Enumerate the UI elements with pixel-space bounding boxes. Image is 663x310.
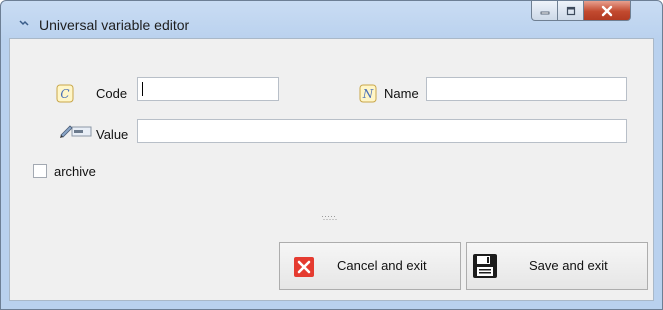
cancel-button[interactable]: Cancel and exit [279,242,461,290]
archive-checkbox[interactable] [33,164,47,178]
splitter-grip[interactable] [322,216,338,222]
value-input[interactable] [137,119,627,143]
floppy-disk-icon [473,254,497,278]
close-button[interactable] [584,1,631,21]
save-button[interactable]: Save and exit [466,242,648,290]
value-edit-icon [60,125,92,138]
cancel-button-label: Cancel and exit [337,258,427,273]
text-caret [142,82,143,96]
minimize-icon [540,11,549,14]
maximize-icon [566,6,575,15]
red-x-icon [294,257,314,277]
variable-icon [19,20,29,26]
name-label: Name [384,86,419,101]
title-bar[interactable]: Universal variable editor [1,1,662,41]
editor-window: Universal variable editor C Code N Name … [0,0,663,310]
dialog-body: C Code N Name Value archive Cancel and e… [9,38,654,301]
minimize-button[interactable] [531,1,558,21]
value-label: Value [96,127,129,142]
code-label: Code [96,86,128,101]
save-button-label: Save and exit [529,258,608,273]
code-input[interactable] [137,77,279,101]
close-icon [601,5,613,16]
name-n-icon: N [359,84,377,103]
svg-text:C: C [60,87,69,101]
svg-text:N: N [362,87,374,101]
archive-label: archive [54,164,96,179]
name-input[interactable] [426,77,627,101]
maximize-button[interactable] [558,1,584,21]
code-c-icon: C [56,84,74,103]
window-title: Universal variable editor [39,17,190,33]
window-controls [531,1,631,21]
